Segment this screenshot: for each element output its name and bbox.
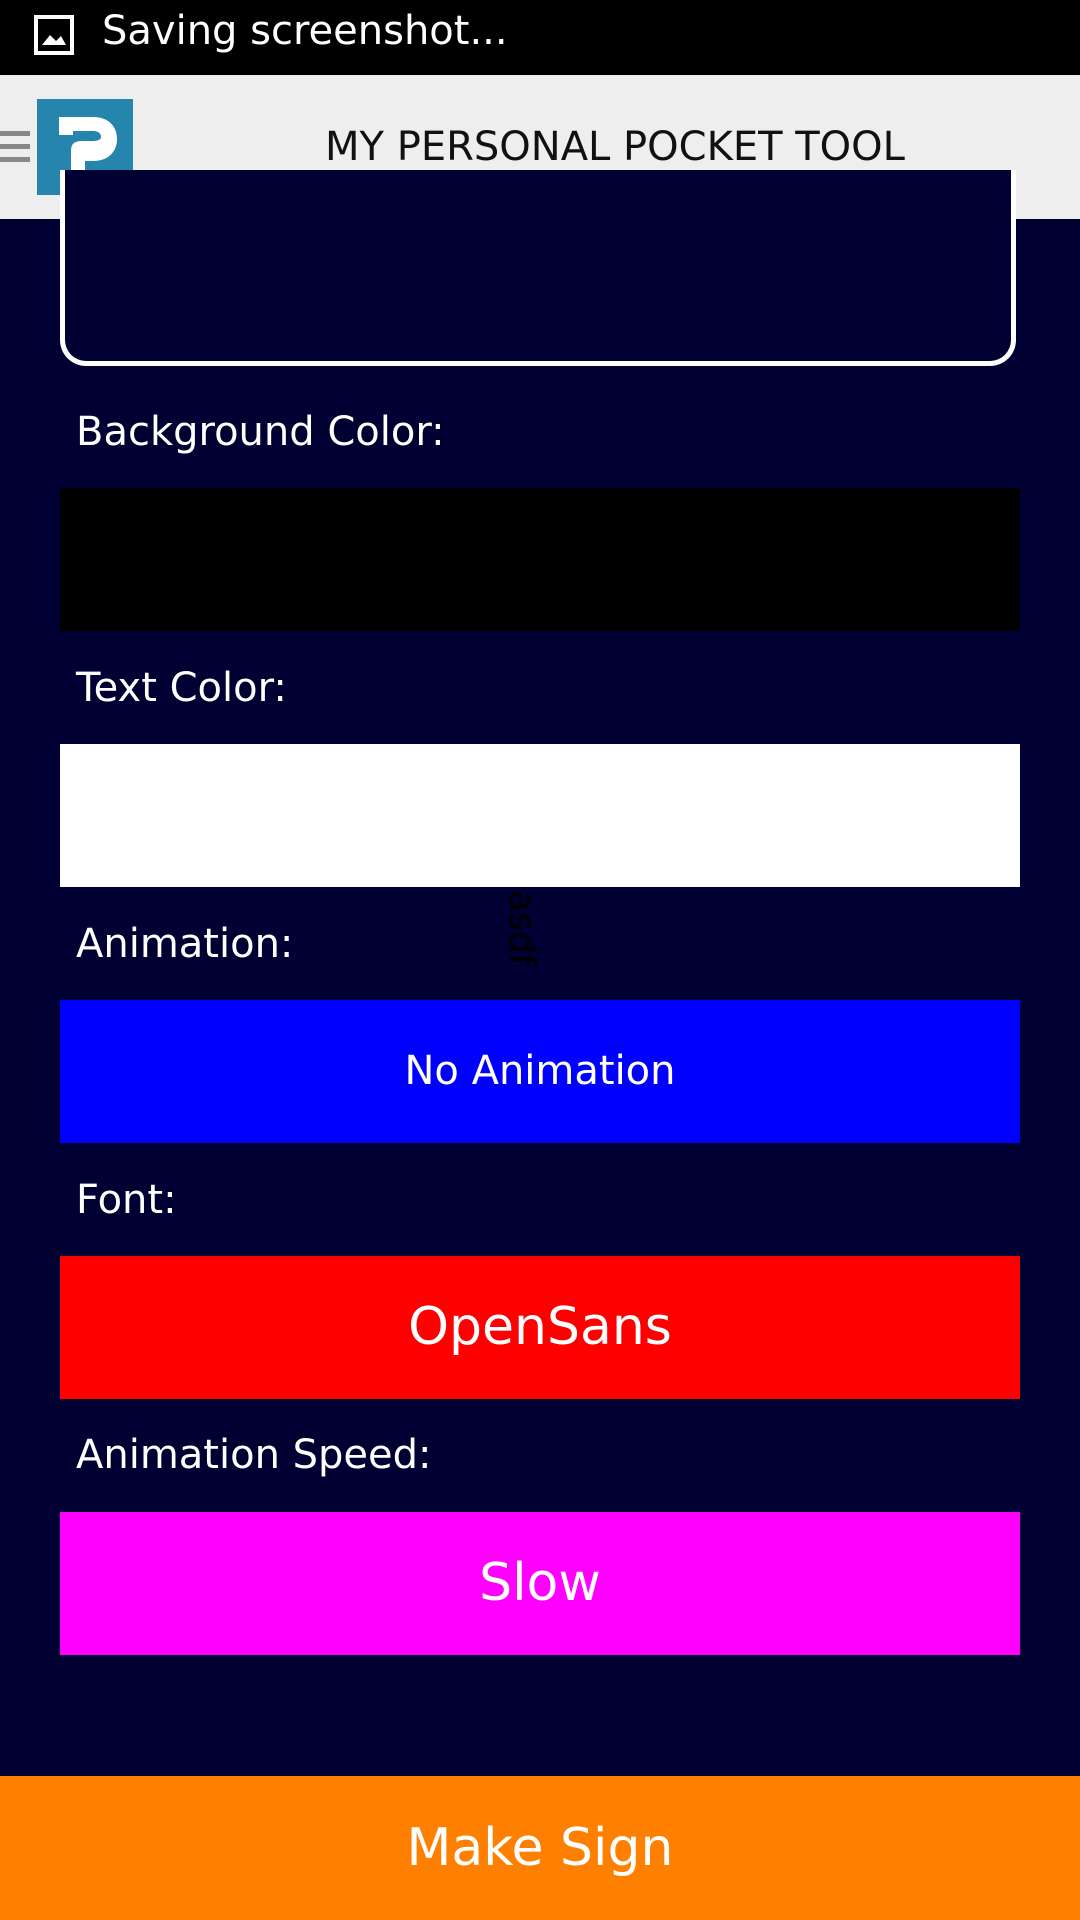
background-color-label: Background Color:: [76, 409, 445, 455]
animation-speed-picker[interactable]: Slow: [60, 1512, 1020, 1655]
image-icon: [34, 15, 74, 55]
animation-picker[interactable]: No Animation: [60, 1000, 1020, 1143]
status-text: Saving screenshot...: [102, 8, 508, 54]
stray-preview-text: asdf: [501, 890, 542, 967]
animation-label: Animation:: [76, 921, 294, 967]
font-label: Font:: [76, 1177, 177, 1223]
font-picker[interactable]: OpenSans: [60, 1256, 1020, 1399]
status-bar: Saving screenshot...: [0, 0, 1080, 75]
text-color-label: Text Color:: [76, 665, 287, 711]
sign-preview-box: [60, 170, 1016, 366]
background-color-picker[interactable]: [60, 488, 1020, 631]
text-color-picker[interactable]: [60, 744, 1020, 887]
animation-speed-label: Animation Speed:: [76, 1432, 432, 1478]
hamburger-icon[interactable]: [0, 125, 30, 169]
make-sign-button[interactable]: Make Sign: [0, 1776, 1080, 1920]
